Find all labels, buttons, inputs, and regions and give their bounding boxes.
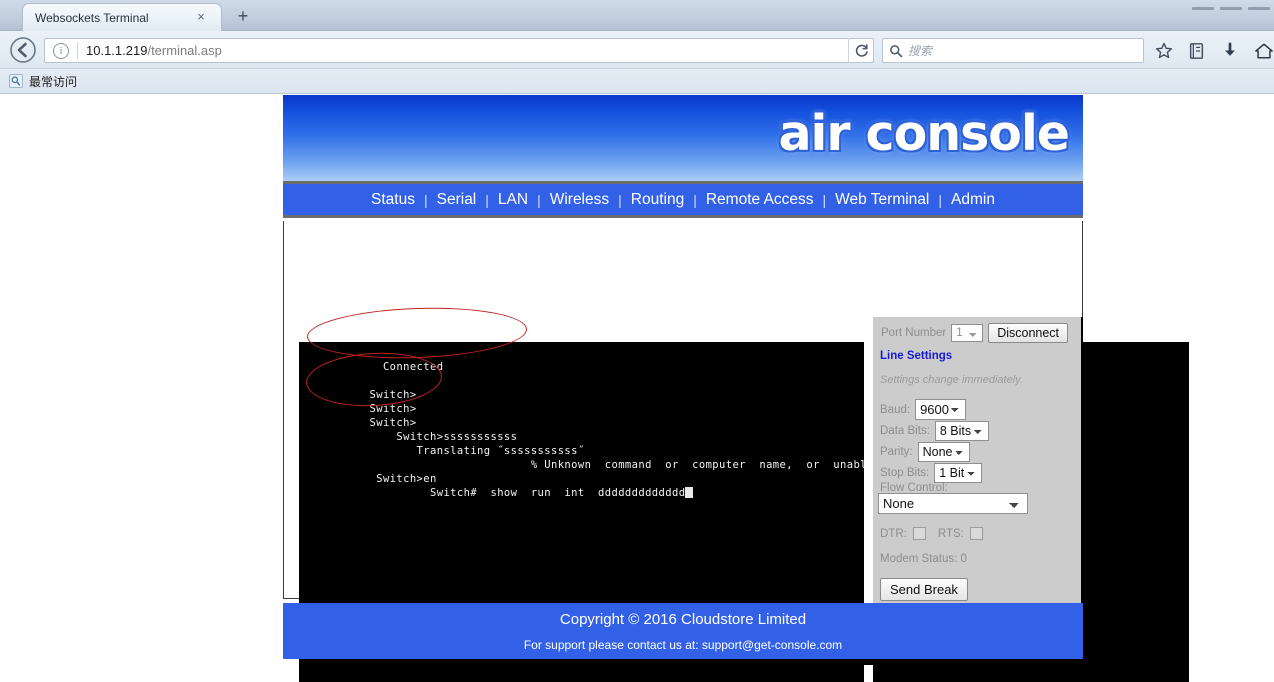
- line-settings-heading: Line Settings: [880, 350, 953, 362]
- stop-bits-row: Stop Bits: 1 Bit: [880, 463, 983, 483]
- serial-settings-panel: Port Number 1 Disconnect Line Settings S…: [872, 317, 1083, 613]
- bookmarks-toolbar: 最常访问: [0, 69, 1274, 94]
- search-icon: [890, 44, 903, 57]
- terminal-line: Switch# show run int ddddddddddddd: [362, 487, 686, 500]
- rts-label: RTS:: [937, 527, 964, 540]
- terminal-line: Connected: [362, 361, 444, 374]
- bookmark-star-icon[interactable]: [1152, 39, 1176, 63]
- dtr-rts-row: DTR: RTS:: [880, 527, 983, 540]
- parity-select[interactable]: None: [917, 442, 970, 462]
- rts-checkbox[interactable]: [969, 527, 983, 540]
- panel-left-gap: [864, 317, 873, 613]
- data-bits-select[interactable]: 8 Bits: [934, 421, 989, 441]
- footer-support: For support please contact us at: suppor…: [523, 638, 843, 652]
- download-icon[interactable]: [1218, 39, 1242, 63]
- nav-item-remote-access[interactable]: Remote Access: [697, 191, 823, 209]
- port-number-select[interactable]: 1: [951, 323, 984, 342]
- terminal-cursor: [685, 487, 694, 499]
- baud-select[interactable]: 9600: [915, 399, 967, 420]
- baud-row: Baud: 9600: [880, 399, 967, 420]
- home-icon[interactable]: [1252, 39, 1274, 63]
- search-input[interactable]: 搜索: [908, 42, 932, 59]
- air-console-logo: air console: [778, 105, 1070, 162]
- parity-row: Parity: None: [880, 442, 970, 462]
- settings-note: Settings change immediately.: [880, 374, 1023, 386]
- port-row: Port Number 1 Disconnect: [872, 317, 1083, 348]
- page-viewport: air console Status | Serial | LAN | Wire…: [0, 95, 1274, 682]
- baud-label: Baud:: [880, 403, 911, 416]
- browser-window: Websockets Terminal × + i 10.1.1.219/ter…: [0, 0, 1274, 682]
- search-bar[interactable]: 搜索: [882, 38, 1144, 63]
- back-button[interactable]: [8, 35, 38, 65]
- url-divider: [77, 42, 78, 59]
- tab-strip: Websockets Terminal × +: [0, 0, 1274, 31]
- close-icon[interactable]: ×: [194, 10, 208, 24]
- maximize-icon[interactable]: [1220, 6, 1242, 10]
- minimize-icon[interactable]: [1192, 6, 1214, 10]
- nav-item-web-terminal[interactable]: Web Terminal: [826, 191, 938, 209]
- stop-bits-label: Stop Bits:: [880, 467, 930, 479]
- port-number-label: Port Number: [881, 326, 947, 339]
- nav-item-wireless[interactable]: Wireless: [541, 191, 618, 209]
- panel-left-gap-lower: [864, 665, 873, 682]
- new-tab-button[interactable]: +: [232, 7, 254, 27]
- nav-item-serial[interactable]: Serial: [428, 191, 486, 209]
- close-window-icon[interactable]: [1248, 6, 1270, 10]
- site-banner: air console: [283, 95, 1083, 181]
- page-info-icon[interactable]: i: [53, 42, 69, 59]
- bookmark-label: 最常访问: [29, 74, 78, 89]
- library-icon[interactable]: [1184, 39, 1208, 63]
- nav-item-admin[interactable]: Admin: [942, 191, 1004, 209]
- url-host: 10.1.1.219: [86, 43, 148, 58]
- nav-item-lan[interactable]: LAN: [489, 191, 537, 209]
- dtr-label: DTR:: [880, 527, 907, 540]
- send-break-button[interactable]: Send Break: [880, 578, 968, 601]
- most-visited-icon: [9, 74, 23, 88]
- browser-tab[interactable]: Websockets Terminal ×: [22, 3, 222, 31]
- dtr-checkbox[interactable]: [912, 527, 926, 540]
- navigation-toolbar: i 10.1.1.219/terminal.asp 搜索: [0, 31, 1274, 69]
- window-controls[interactable]: [1170, 2, 1270, 14]
- data-bits-label: Data Bits:: [880, 425, 930, 437]
- stop-bits-select[interactable]: 1 Bit: [934, 463, 983, 483]
- url-text: 10.1.1.219/terminal.asp: [86, 43, 222, 58]
- tab-title: Websockets Terminal: [35, 10, 149, 25]
- footer-copyright: Copyright © 2016 Cloudstore Limited: [559, 611, 807, 628]
- nav-item-status[interactable]: Status: [362, 191, 424, 209]
- site-footer: Copyright © 2016 Cloudstore Limited For …: [283, 603, 1083, 659]
- nav-item-routing[interactable]: Routing: [622, 191, 693, 209]
- data-bits-row: Data Bits: 8 Bits: [880, 421, 989, 441]
- flow-control-select[interactable]: None: [878, 493, 1028, 514]
- bookmark-most-visited[interactable]: 最常访问: [9, 73, 77, 90]
- modem-status-text: Modem Status: 0: [880, 553, 967, 565]
- site-nav: Status | Serial | LAN | Wireless | Routi…: [283, 181, 1083, 218]
- reload-button[interactable]: [848, 38, 874, 63]
- disconnect-button[interactable]: Disconnect: [988, 322, 1069, 343]
- address-bar[interactable]: i 10.1.1.219/terminal.asp: [44, 38, 874, 63]
- parity-label: Parity:: [880, 446, 913, 458]
- url-path: /terminal.asp: [147, 43, 222, 58]
